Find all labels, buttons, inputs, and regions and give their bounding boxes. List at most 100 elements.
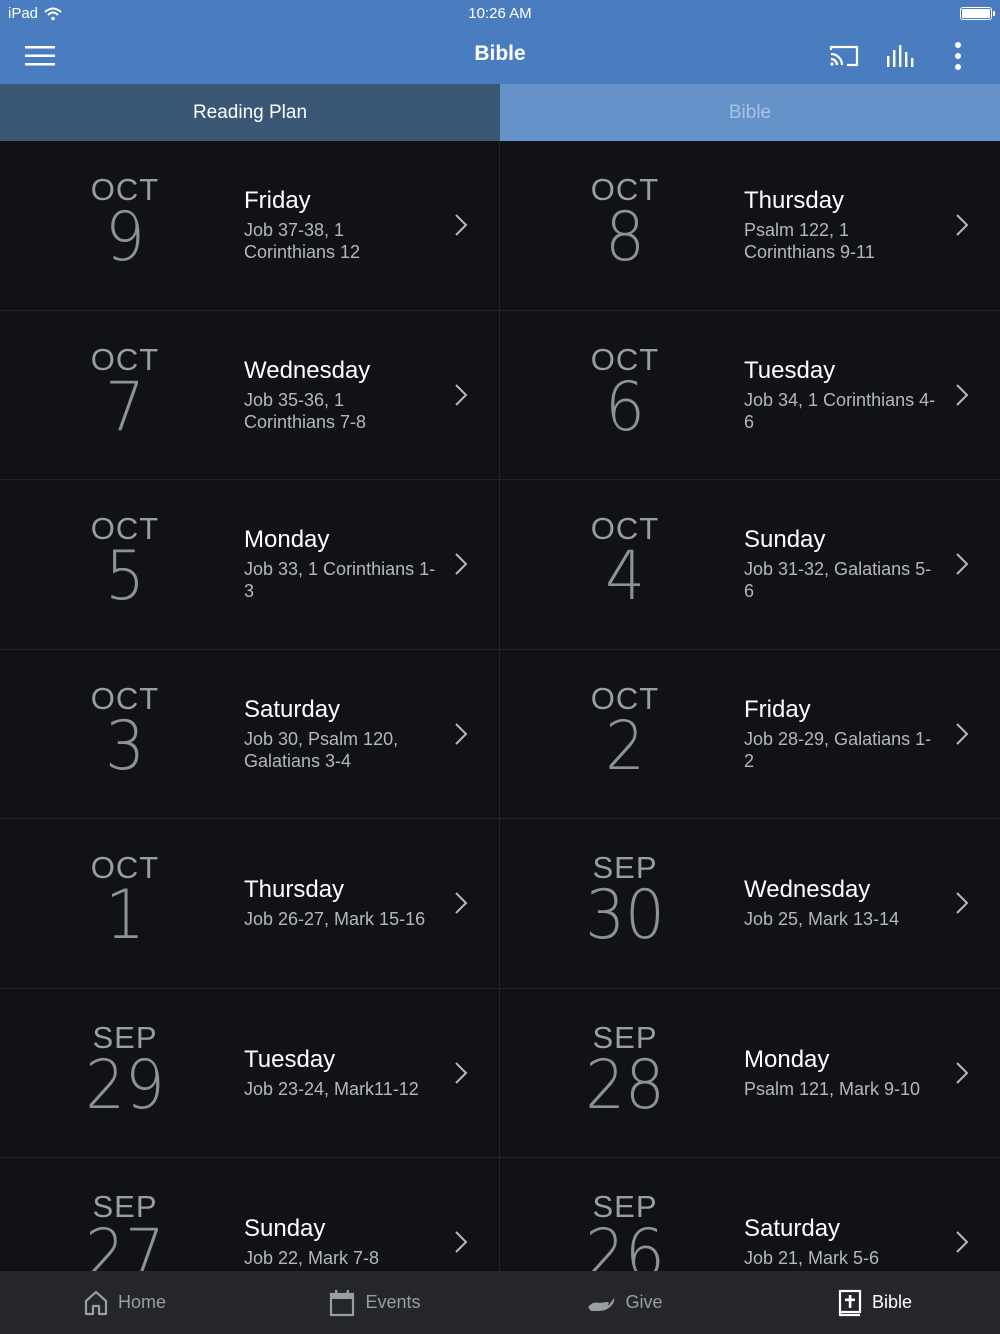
chevron-right-icon [956, 723, 969, 745]
reading-weekday: Friday [244, 187, 311, 215]
reading-date: OCT 4 [560, 512, 690, 616]
app-root: iPad 10:26 AM Bible Reading Plan Bible O… [0, 0, 1000, 1334]
reading-cell[interactable]: OCT 9 Friday Job 37-38, 1 Corinthians 12 [0, 141, 500, 311]
more-button[interactable] [940, 38, 976, 74]
tab-bible[interactable]: Bible [500, 84, 1000, 141]
reading-date: OCT 2 [560, 681, 690, 780]
reading-info: Wednesday Job 35-36, 1 Corinthians 7-8 [244, 311, 439, 480]
reading-passages: Job 22, Mark 7-8 [244, 1248, 380, 1269]
reading-passages: Job 28-29, Galatians 1-2 [744, 728, 932, 771]
reading-passages: Job 23-24, Mark11-12 [244, 1078, 419, 1099]
chevron-right-icon [956, 214, 969, 236]
reading-grid: OCT 9 Friday Job 37-38, 1 Corinthians 12 OCT… [0, 141, 1000, 1271]
reading-info: Wednesday Job 25, Mark 13-14 [744, 819, 940, 988]
reading-cell[interactable]: OCT 5 Monday Job 33, 1 Corinthians 1-3 [0, 480, 500, 650]
reading-day: 29 [85, 1045, 165, 1125]
reading-info: Monday Psalm 121, Mark 9-10 [744, 989, 940, 1158]
reading-info: Friday Job 37-38, 1 Corinthians 12 [244, 141, 439, 310]
reading-day: 7 [105, 367, 145, 447]
reading-passages: Job 35-36, 1 Corinthians 7-8 [244, 389, 367, 432]
nav-bar: Bible [0, 28, 1000, 84]
reading-date: OCT 5 [60, 512, 190, 611]
reading-date: OCT 7 [60, 342, 190, 447]
more-vertical-icon [955, 42, 961, 70]
status-time: 10:26 AM [468, 5, 532, 22]
reading-weekday: Tuesday [244, 1045, 336, 1073]
reading-cell[interactable]: OCT 3 Saturday Job 30, Psalm 120, Galatians… [0, 649, 500, 819]
reading-cell[interactable]: SEP 28 Monday Psalm 121, Mark 9-10 [500, 988, 1000, 1158]
reading-date: OCT 6 [560, 342, 690, 447]
chevron-right-icon [956, 892, 969, 914]
chevron-right-icon [956, 1231, 969, 1253]
reading-weekday: Sunday [744, 526, 826, 554]
reading-date: OCT 9 [60, 173, 190, 277]
reading-passages: Psalm 121, Mark 9-10 [744, 1078, 921, 1099]
equalizer-icon [887, 45, 914, 67]
reading-date: SEP 30 [560, 851, 690, 955]
chevron-right-icon [455, 892, 468, 914]
chevron-right-icon [455, 723, 468, 745]
reading-cell[interactable]: OCT 7 Wednesday Job 35-36, 1 Corinthians 7-… [0, 310, 500, 480]
reading-weekday: Wednesday [244, 356, 371, 384]
give-icon [588, 1297, 615, 1311]
reading-cell[interactable]: OCT 4 Sunday Job 31-32, Galatians 5-6 [500, 480, 1000, 650]
reading-cell[interactable]: OCT 1 Thursday Job 26-27, Mark 15-16 [0, 819, 500, 989]
chevron-right-icon [455, 384, 468, 406]
reading-weekday: Thursday [744, 187, 845, 215]
bible-icon [838, 1289, 862, 1316]
reading-cell[interactable]: SEP 26 Saturday Job 21, Mark 5-6 [500, 1158, 1000, 1271]
chevron-right-icon [455, 1231, 468, 1253]
chevron-right-icon [956, 1062, 969, 1084]
reading-cell[interactable]: OCT 6 Tuesday Job 34, 1 Corinthians 4-6 [500, 310, 1000, 480]
reading-passages: Job 30, Psalm 120, Galatians 3-4 [244, 728, 399, 771]
cast-icon [829, 45, 859, 67]
reading-date: SEP 29 [60, 1020, 190, 1125]
reading-cell[interactable]: OCT 8 Thursday Psalm 122, 1 Corinthians 9-1… [500, 141, 1000, 311]
reading-passages: Job 31-32, Galatians 5-6 [744, 559, 932, 602]
reading-date: OCT 1 [60, 851, 190, 955]
reading-day: 27 [85, 1215, 165, 1272]
reading-passages: Job 33, 1 Corinthians 1-3 [244, 559, 436, 602]
bottom-tab-events[interactable]: Events [250, 1271, 500, 1334]
reading-info: Tuesday Job 34, 1 Corinthians 4-6 [744, 311, 940, 480]
reading-day: 26 [585, 1215, 665, 1272]
reading-day: 8 [605, 198, 645, 277]
reading-day: 6 [605, 367, 645, 447]
segmented-tabs: Reading Plan Bible [0, 84, 1000, 141]
tab-reading-plan[interactable]: Reading Plan [0, 84, 500, 141]
reading-weekday: Monday [744, 1045, 830, 1073]
bottom-tab-label: Home [117, 1292, 166, 1312]
reading-info: Saturday Job 21, Mark 5-6 [744, 1158, 940, 1271]
reading-passages: Psalm 122, 1 Corinthians 9-11 [744, 220, 875, 263]
reading-cell[interactable]: SEP 30 Wednesday Job 25, Mark 13-14 [500, 819, 1000, 989]
reading-day: 4 [605, 537, 645, 616]
reading-day: 28 [585, 1045, 665, 1125]
chevron-right-icon [956, 384, 969, 406]
reading-info: Friday Job 28-29, Galatians 1-2 [744, 650, 940, 819]
reading-weekday: Friday [744, 695, 811, 723]
reading-date: SEP 28 [560, 1020, 690, 1125]
audio-button[interactable] [883, 38, 919, 74]
reading-day: 9 [105, 198, 145, 277]
reading-cell[interactable]: SEP 27 Sunday Job 22, Mark 7-8 [0, 1158, 500, 1271]
bottom-tab-bar: Home Events Give Bible [0, 1271, 1000, 1334]
bottom-tab-give[interactable]: Give [500, 1271, 750, 1334]
bottom-tab-home[interactable]: Home [0, 1271, 250, 1334]
calendar-icon [330, 1289, 355, 1316]
cast-button[interactable] [826, 38, 862, 74]
bottom-tab-label: Give [625, 1292, 663, 1312]
reading-info: Thursday Job 26-27, Mark 15-16 [244, 819, 439, 988]
reading-cell[interactable]: OCT 2 Friday Job 28-29, Galatians 1-2 [500, 649, 1000, 819]
reading-info: Thursday Psalm 122, 1 Corinthians 9-11 [744, 141, 940, 310]
reading-date: SEP 26 [560, 1190, 690, 1272]
reading-cell[interactable]: SEP 29 Tuesday Job 23-24, Mark11-12 [0, 988, 500, 1158]
reading-passages: Job 37-38, 1 Corinthians 12 [244, 220, 361, 263]
reading-weekday: Wednesday [744, 876, 871, 904]
home-icon [84, 1290, 108, 1315]
bottom-tab-bible[interactable]: Bible [750, 1271, 1000, 1334]
reading-day: 30 [585, 876, 665, 955]
reading-info: Sunday Job 31-32, Galatians 5-6 [744, 480, 940, 649]
reading-day: 1 [105, 876, 145, 955]
reading-passages: Job 34, 1 Corinthians 4-6 [744, 389, 936, 432]
reading-info: Tuesday Job 23-24, Mark11-12 [244, 989, 439, 1158]
